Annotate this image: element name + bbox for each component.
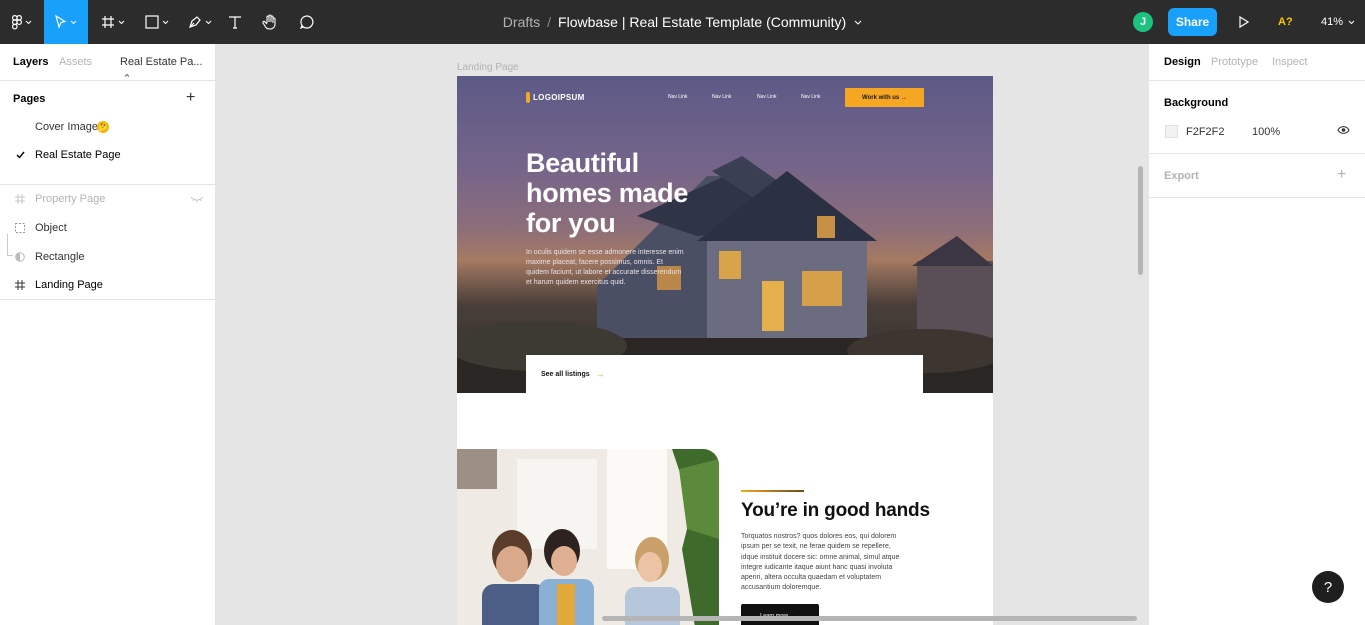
- page-item-real-estate[interactable]: Real Estate Page: [0, 141, 215, 169]
- section-text: Torquatos nostros? quos dolores eos, qui…: [741, 533, 900, 592]
- hand-icon: [262, 14, 276, 30]
- eye-icon[interactable]: [1337, 125, 1350, 135]
- export-header: Export: [1164, 170, 1199, 182]
- hero-section: LOGOIPSUM Nav Link Nav Link Nav Link Nav…: [457, 76, 993, 393]
- chevron-down-icon: [205, 20, 212, 24]
- page-label: Real Estate Page: [35, 149, 121, 161]
- learn-more-button: Learn more →: [741, 604, 819, 625]
- background-color-swatch[interactable]: [1165, 125, 1178, 138]
- play-icon: [1239, 16, 1249, 28]
- layer-object[interactable]: Object: [0, 214, 215, 242]
- text-tool-button[interactable]: [224, 0, 246, 44]
- left-panel: Layers Assets Real Estate Pa... Pages + …: [0, 44, 216, 625]
- present-button[interactable]: [1235, 0, 1253, 44]
- site-logo: LOGOIPSUM: [526, 92, 585, 103]
- horizontal-scrollbar[interactable]: [602, 616, 1137, 621]
- dashed-square-icon: [14, 222, 26, 234]
- layer-label: Object: [35, 222, 67, 234]
- frame-label[interactable]: Landing Page: [457, 62, 519, 73]
- layer-property-page[interactable]: Property Page: [0, 185, 215, 213]
- nav-link: Nav Link: [757, 94, 777, 100]
- layer-tree-connector: [7, 234, 13, 256]
- logo-text: LOGOIPSUM: [533, 93, 585, 102]
- text-icon: [229, 16, 241, 29]
- add-page-icon[interactable]: +: [186, 90, 195, 106]
- pen-icon: [189, 16, 201, 28]
- vertical-scrollbar[interactable]: [1138, 166, 1143, 275]
- arrow-right-icon: →: [595, 369, 605, 379]
- people-photo: [457, 449, 719, 625]
- chevron-down-icon: [70, 20, 77, 24]
- tab-layers[interactable]: Layers: [13, 56, 48, 68]
- comment-icon: [299, 15, 314, 30]
- landing-page-frame[interactable]: LOGOIPSUM Nav Link Nav Link Nav Link Nav…: [457, 76, 993, 625]
- section-title: You’re in good hands: [741, 500, 930, 521]
- help-button[interactable]: ?: [1312, 571, 1344, 603]
- comment-tool-button[interactable]: [296, 0, 318, 44]
- shape-tool-button[interactable]: [140, 0, 174, 44]
- share-button[interactable]: Share: [1168, 8, 1217, 36]
- layer-label: Landing Page: [35, 279, 103, 291]
- frame-icon: [14, 193, 26, 205]
- zoom-menu[interactable]: 41%: [1321, 0, 1355, 44]
- nav-link: Nav Link: [668, 94, 688, 100]
- section-accent-bar: [741, 490, 804, 492]
- tab-prototype[interactable]: Prototype: [1211, 56, 1258, 68]
- hero-headline: Beautiful homes made for you: [526, 148, 689, 238]
- chevron-down-icon: [25, 20, 32, 24]
- move-icon: [55, 15, 67, 29]
- main-menu-button[interactable]: [0, 0, 44, 44]
- background-opacity-input[interactable]: 100%: [1252, 126, 1280, 138]
- nav-link: Nav Link: [712, 94, 732, 100]
- thinking-emoji-icon: 🤔: [97, 121, 109, 133]
- chevron-down-icon: [1348, 20, 1355, 24]
- listings-label: See all listings: [541, 370, 590, 378]
- add-export-icon[interactable]: +: [1337, 166, 1346, 184]
- chevron-down-icon: [162, 20, 169, 24]
- rectangle-icon: [145, 15, 159, 29]
- frame-tool-button[interactable]: [96, 0, 130, 44]
- page-label: Cover Image: [35, 121, 98, 133]
- avatar[interactable]: J: [1133, 12, 1153, 32]
- hero-text: In oculis quidem se esse admonere intere…: [526, 249, 684, 286]
- chevron-down-icon[interactable]: [854, 20, 862, 25]
- frame-icon: [14, 279, 26, 291]
- tab-assets[interactable]: Assets: [59, 56, 92, 68]
- page-selector[interactable]: Real Estate Pa...: [120, 56, 215, 80]
- nav-link: Nav Link: [801, 94, 821, 100]
- font-warning-badge[interactable]: A?: [1278, 0, 1293, 44]
- file-name[interactable]: Flowbase | Real Estate Template (Communi…: [558, 14, 846, 30]
- hidden-eye-icon[interactable]: [190, 195, 204, 203]
- layer-label: Property Page: [35, 193, 106, 205]
- layer-landing-page[interactable]: Landing Page: [0, 271, 215, 299]
- tab-inspect[interactable]: Inspect: [1272, 56, 1307, 68]
- right-panel: Design Prototype Inspect Background F2F2…: [1148, 44, 1365, 625]
- background-header: Background: [1164, 97, 1229, 109]
- breadcrumb-drafts[interactable]: Drafts: [503, 14, 540, 30]
- checkmark-icon: [16, 151, 25, 159]
- page-item-cover-image[interactable]: Cover Image 🤔: [0, 113, 215, 141]
- pages-header: Pages: [13, 93, 46, 105]
- chevron-down-icon: [118, 20, 125, 24]
- half-circle-icon: [14, 251, 26, 263]
- see-all-listings-bar: See all listings →: [526, 355, 923, 393]
- logo-mark-icon: [526, 92, 530, 103]
- page-selector-label: Real Estate Pa...: [120, 56, 203, 68]
- tab-design[interactable]: Design: [1164, 56, 1201, 68]
- hand-tool-button[interactable]: [259, 0, 281, 44]
- work-with-us-button: Work with us →: [845, 88, 924, 107]
- canvas[interactable]: Landing Page LOGOIPSUM Nav Link Nav Link…: [216, 44, 1148, 625]
- background-hex-input[interactable]: F2F2F2: [1186, 126, 1225, 138]
- pen-tool-button[interactable]: [183, 0, 217, 44]
- layer-label: Rectangle: [35, 251, 85, 263]
- layer-rectangle[interactable]: Rectangle: [0, 243, 215, 271]
- toolbar: Drafts / Flowbase | Real Estate Template…: [0, 0, 1365, 44]
- breadcrumb-separator: /: [547, 14, 552, 30]
- figma-menu-icon: [12, 14, 22, 29]
- move-tool-button[interactable]: [44, 0, 88, 44]
- zoom-level: 41%: [1321, 16, 1344, 28]
- frame-icon: [102, 16, 114, 28]
- chevron-up-icon: [124, 73, 130, 77]
